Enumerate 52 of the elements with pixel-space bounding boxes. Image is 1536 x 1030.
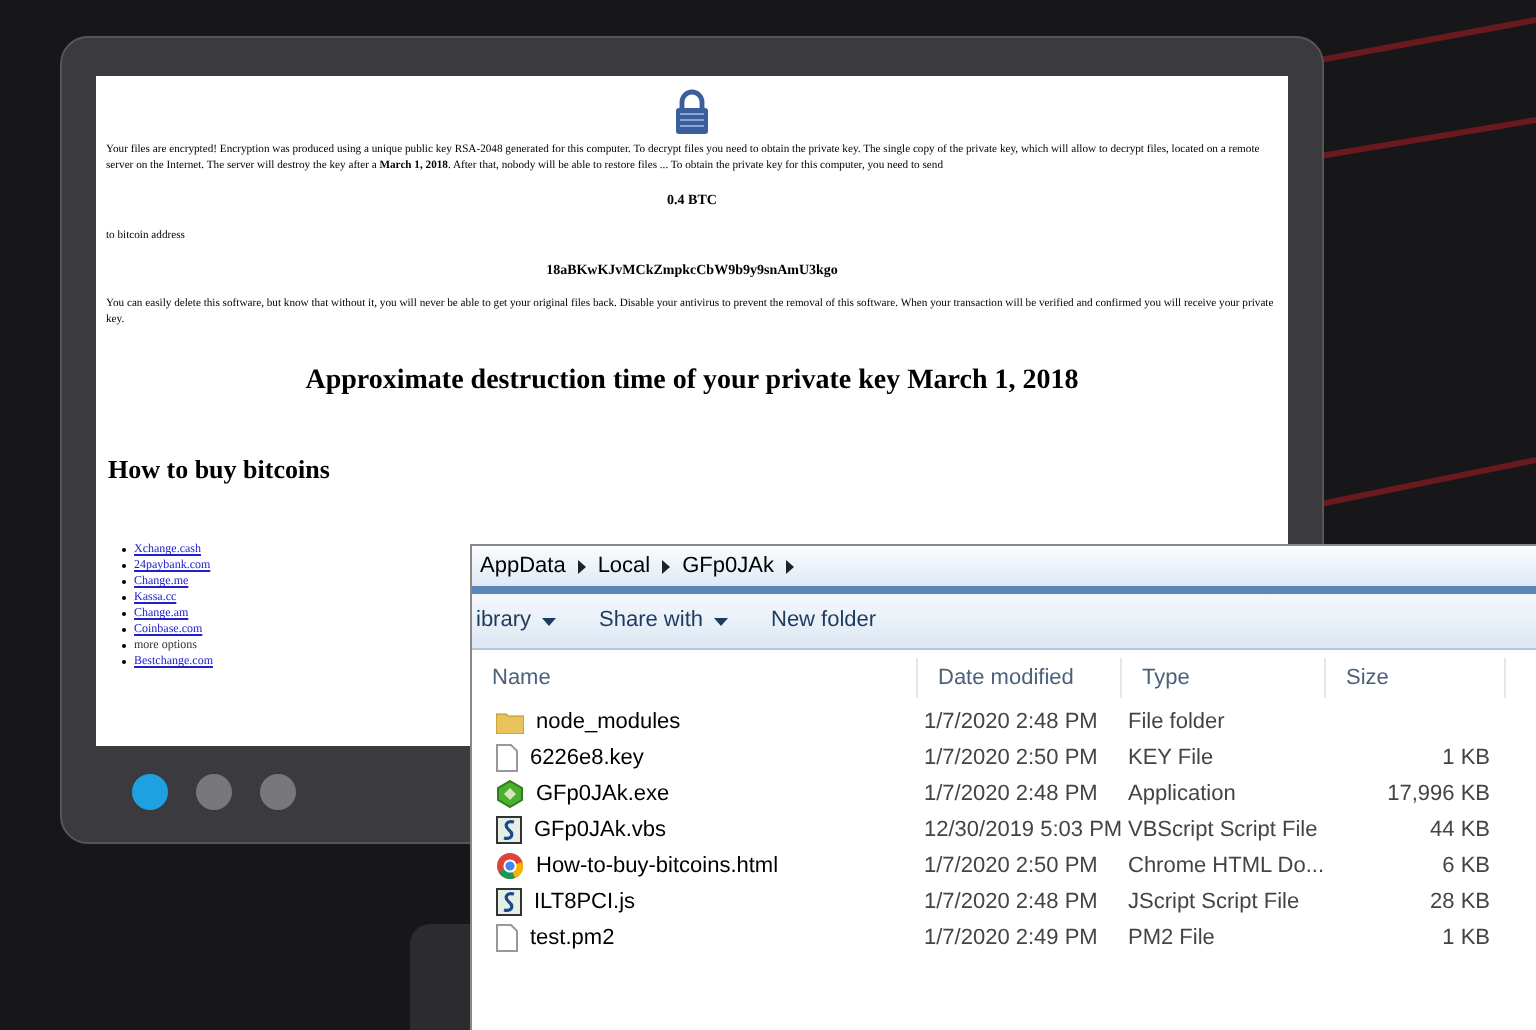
toolbar-button[interactable]: Share with [599,604,727,638]
file-name[interactable]: How-to-buy-bitcoins.html [536,849,779,883]
date-cell-text: 1/7/2020 2:50 PM [922,851,1100,882]
type-cell-text: Chrome HTML Do... [1126,851,1326,882]
file-name[interactable]: 6226e8.key [530,741,644,775]
date-cell-text: 1/7/2020 2:48 PM [922,887,1100,918]
script-file-icon [496,816,522,844]
size-cell-text: 17,996 KB [1387,779,1490,810]
type-cell-text: VBScript Script File [1126,815,1320,846]
type-cell-text: Application [1126,779,1238,810]
size-cell-text: 1 KB [1442,923,1490,954]
file-name[interactable]: GFp0JAk.exe [536,777,670,811]
date-cell-text: 1/7/2020 2:49 PM [922,923,1100,954]
size-cell-text: 44 KB [1430,815,1490,846]
breadcrumb-item[interactable]: GFp0JAk [682,549,774,583]
caret-icon [541,617,556,625]
column-header[interactable]: Date modified [918,658,1122,698]
breadcrumb-item[interactable]: AppData [480,549,566,583]
chevron-right-icon [662,559,671,573]
column-header[interactable]: Type [1122,658,1326,698]
type-cell-text: KEY File [1126,743,1216,774]
document-icon [496,744,518,772]
folder-icon [496,710,524,734]
type-cell-text: File folder [1126,707,1227,738]
size-cell-text: 28 KB [1430,887,1490,918]
date-cell-text: 1/7/2020 2:48 PM [922,779,1100,810]
document-icon [496,924,518,952]
file-name[interactable]: node_modules [536,705,681,739]
file-name[interactable]: test.pm2 [530,921,615,955]
script-file-icon [496,888,522,916]
size-cell-text: 6 KB [1442,851,1490,882]
column-header[interactable]: Name [472,658,918,698]
type-cell-text: PM2 File [1126,923,1217,954]
caret-icon [713,617,727,625]
type-cell-text: JScript Script File [1126,887,1302,918]
how-to-buy-heading: How to buy bitcoins [108,452,332,489]
date-cell-text: 12/30/2019 5:03 PM [922,815,1122,846]
deadline-heading: Approximate destruction time of your private key March 1, 2018 [303,364,1081,401]
date-cell-text: 1/7/2020 2:50 PM [922,743,1100,774]
chevron-right-icon [785,559,794,573]
toolbar-button[interactable]: ibrary [476,604,556,638]
date-cell-text: 1/7/2020 2:48 PM [922,707,1100,738]
padlock-icon [674,88,710,136]
toolbar-button[interactable]: New folder [771,604,877,638]
browser-icon [496,852,524,880]
breadcrumb-item[interactable]: Local [597,549,651,583]
file-name[interactable]: GFp0JAk.vbs [534,813,667,847]
application-icon [496,780,524,808]
size-cell-text: 1 KB [1442,743,1490,774]
file-name[interactable]: ILT8PCI.js [534,885,636,919]
column-header[interactable]: Size [1326,658,1506,698]
chevron-right-icon [577,559,586,573]
